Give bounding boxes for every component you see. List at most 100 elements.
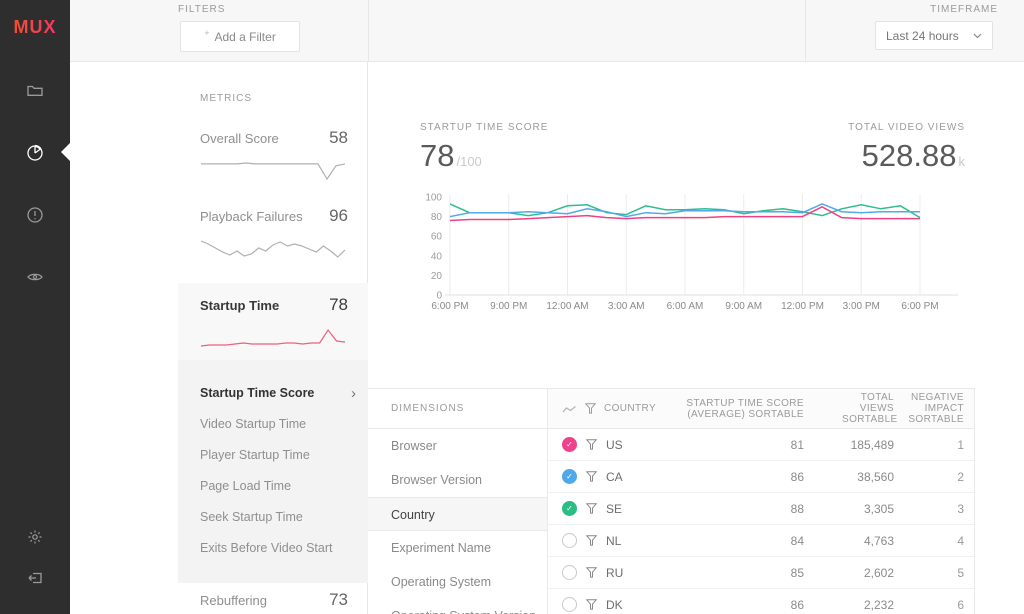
svg-text:6:00 AM: 6:00 AM — [667, 301, 704, 312]
row-checkbox[interactable] — [562, 565, 577, 580]
filter-funnel-icon[interactable] — [586, 471, 597, 482]
timeframe-value: Last 24 hours — [886, 29, 959, 43]
svg-text:3:00 PM: 3:00 PM — [843, 301, 880, 312]
row-checkbox[interactable]: ✓ — [562, 469, 577, 484]
svg-text:20: 20 — [431, 271, 443, 282]
table-header: COUNTRY STARTUP TIME SCORE (AVERAGE) SOR… — [548, 389, 974, 429]
svg-text:100: 100 — [425, 193, 442, 204]
filter-funnel-icon[interactable] — [586, 567, 597, 578]
plus-icon: + — [204, 28, 209, 38]
svg-text:40: 40 — [431, 251, 443, 262]
row-checkbox[interactable] — [562, 597, 577, 612]
table-row-ru[interactable]: RU 85 2,602 5 — [548, 557, 974, 589]
mux-logo[interactable]: MUX — [0, 17, 70, 38]
timeframe-select[interactable]: Last 24 hours — [875, 21, 993, 50]
submetrics-list: Startup Time Score › Video Startup Time … — [178, 360, 368, 583]
country-column-header[interactable]: COUNTRY — [562, 403, 674, 414]
views-value: 2,602 — [804, 566, 894, 580]
metric-item-overall-score[interactable]: Overall Score 58 — [178, 128, 368, 182]
dimension-operating-system-version[interactable]: Operating System Version — [368, 599, 547, 614]
chevron-down-icon — [973, 33, 982, 39]
active-nav-notch — [61, 143, 70, 161]
submetric-label: Player Startup Time — [200, 448, 310, 462]
metric-item-playback-failures[interactable]: Playback Failures 96 — [178, 206, 368, 260]
filter-funnel-icon[interactable] — [586, 535, 597, 546]
stat-label: STARTUP TIME SCORE — [420, 122, 548, 133]
submetric-player-startup-time[interactable]: Player Startup Time — [178, 444, 368, 466]
svg-text:80: 80 — [431, 212, 443, 223]
sign-out-icon[interactable] — [26, 569, 44, 587]
topbar-divider — [368, 0, 369, 61]
svg-text:0: 0 — [436, 291, 442, 302]
dimension-experiment-name[interactable]: Experiment Name — [368, 531, 547, 565]
metrics-section-label: METRICS — [200, 93, 252, 104]
filter-funnel-icon[interactable] — [586, 503, 597, 514]
pie-chart-icon[interactable] — [26, 144, 44, 162]
impact-value: 5 — [894, 566, 964, 580]
score-value: 81 — [674, 438, 804, 452]
dimension-operating-system[interactable]: Operating System — [368, 565, 547, 599]
impact-value: 2 — [894, 470, 964, 484]
svg-text:9:00 PM: 9:00 PM — [490, 301, 527, 312]
submetric-label: Seek Startup Time — [200, 510, 303, 524]
folder-icon[interactable] — [26, 82, 44, 100]
dimension-browser[interactable]: Browser — [368, 429, 547, 463]
country-code: CA — [606, 470, 623, 484]
submetric-page-load-time[interactable]: Page Load Time — [178, 475, 368, 497]
table-row-dk[interactable]: DK 86 2,232 6 — [548, 589, 974, 614]
score-value: 86 — [674, 598, 804, 612]
submetric-video-startup-time[interactable]: Video Startup Time — [178, 413, 368, 435]
metric-item-rebuffering[interactable]: Rebuffering 73 — [178, 590, 368, 614]
table-row-nl[interactable]: NL 84 4,763 4 — [548, 525, 974, 557]
metric-item-startup-time[interactable]: Startup Time 78 — [178, 283, 368, 360]
impact-column-header[interactable]: NEGATIVE IMPACT SORTABLE — [894, 392, 964, 425]
impact-value: 4 — [894, 534, 964, 548]
views-value: 2,232 — [804, 598, 894, 612]
alerts-icon[interactable] — [26, 206, 44, 224]
table-row-ca[interactable]: ✓ CA 86 38,560 2 — [548, 461, 974, 493]
metric-label: Startup Time — [200, 298, 279, 313]
eye-icon[interactable] — [26, 268, 44, 286]
column-label: TOTAL VIEWS SORTABLE — [842, 392, 894, 425]
filter-funnel-icon[interactable] — [586, 599, 597, 610]
row-checkbox[interactable]: ✓ — [562, 501, 577, 516]
dimensions-panel: DIMENSIONS Browser Browser Version Count… — [368, 389, 548, 614]
submetric-seek-startup-time[interactable]: Seek Startup Time — [178, 506, 368, 528]
row-checkbox[interactable]: ✓ — [562, 437, 577, 452]
views-column-header[interactable]: TOTAL VIEWS SORTABLE — [804, 392, 894, 425]
metric-label: Playback Failures — [200, 209, 303, 224]
column-label: COUNTRY — [604, 403, 656, 414]
add-filter-button[interactable]: + Add a Filter — [180, 21, 300, 52]
score-value: 88 — [674, 502, 804, 516]
metric-value: 58 — [329, 128, 348, 148]
score-value: 86 — [674, 470, 804, 484]
mux-dashboard: MUX — [0, 0, 1024, 614]
score-column-header[interactable]: STARTUP TIME SCORE (AVERAGE) SORTABLE — [674, 398, 804, 420]
metric-sparkline — [200, 238, 346, 260]
dimension-country[interactable]: Country — [368, 497, 547, 531]
country-code: NL — [606, 534, 621, 548]
filter-funnel-icon[interactable] — [586, 439, 597, 450]
dimension-browser-version[interactable]: Browser Version — [368, 463, 547, 497]
metric-sparkline — [200, 160, 346, 182]
sidebar: MUX — [0, 0, 70, 614]
views-value: 185,489 — [804, 438, 894, 452]
score-value: 85 — [674, 566, 804, 580]
country-code: RU — [606, 566, 623, 580]
chevron-right-icon: › — [351, 385, 356, 402]
gear-icon[interactable] — [26, 528, 44, 546]
metric-label: Rebuffering — [200, 593, 267, 608]
svg-text:12:00 PM: 12:00 PM — [781, 301, 824, 312]
startup-time-score-chart: 6:00 PM9:00 PM12:00 AM3:00 AM6:00 AM9:00… — [418, 188, 990, 319]
table-row-us[interactable]: ✓ US 81 185,489 1 — [548, 429, 974, 461]
submetric-startup-time-score[interactable]: Startup Time Score › — [178, 382, 368, 404]
dimensions-and-table: DIMENSIONS Browser Browser Version Count… — [368, 388, 975, 614]
table-row-se[interactable]: ✓ SE 88 3,305 3 — [548, 493, 974, 525]
submetric-exits-before-video-start[interactable]: Exits Before Video Start — [178, 537, 368, 559]
row-checkbox[interactable] — [562, 533, 577, 548]
startup-time-score-stat: STARTUP TIME SCORE 78/100 — [420, 122, 548, 174]
timeframe-label: TIMEFRAME — [930, 4, 998, 15]
metric-value: 73 — [329, 590, 348, 610]
svg-text:6:00 PM: 6:00 PM — [901, 301, 938, 312]
svg-text:9:00 AM: 9:00 AM — [725, 301, 762, 312]
